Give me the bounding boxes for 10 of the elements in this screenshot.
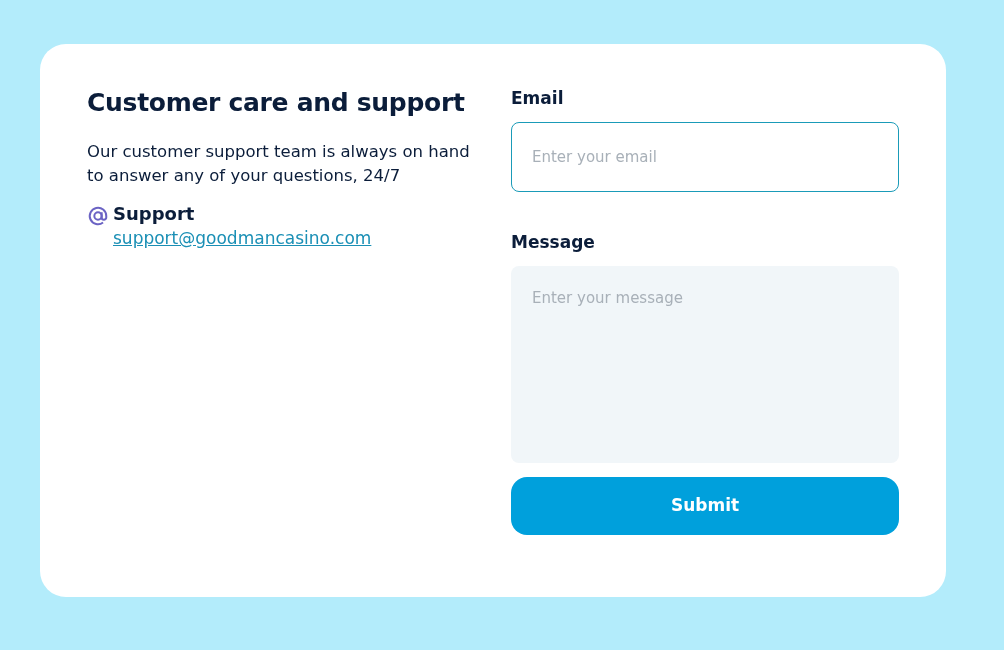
field-label: Email bbox=[511, 88, 565, 108]
message-field[interactable]: Enter your message bbox=[511, 266, 899, 463]
submit-button[interactable]: Submit bbox=[511, 477, 899, 535]
field-label: Message bbox=[511, 232, 596, 252]
email-link[interactable]: support@goodmancasino.com bbox=[113, 228, 372, 248]
email-field[interactable]: Enter your email bbox=[511, 122, 899, 192]
support-label: Support bbox=[113, 202, 196, 226]
at-sign-icon bbox=[87, 204, 109, 227]
description-text: Our customer support team is always on hand to answer any of your questions, 24/7 bbox=[87, 141, 471, 187]
page-title: Customer care and support bbox=[87, 88, 466, 118]
